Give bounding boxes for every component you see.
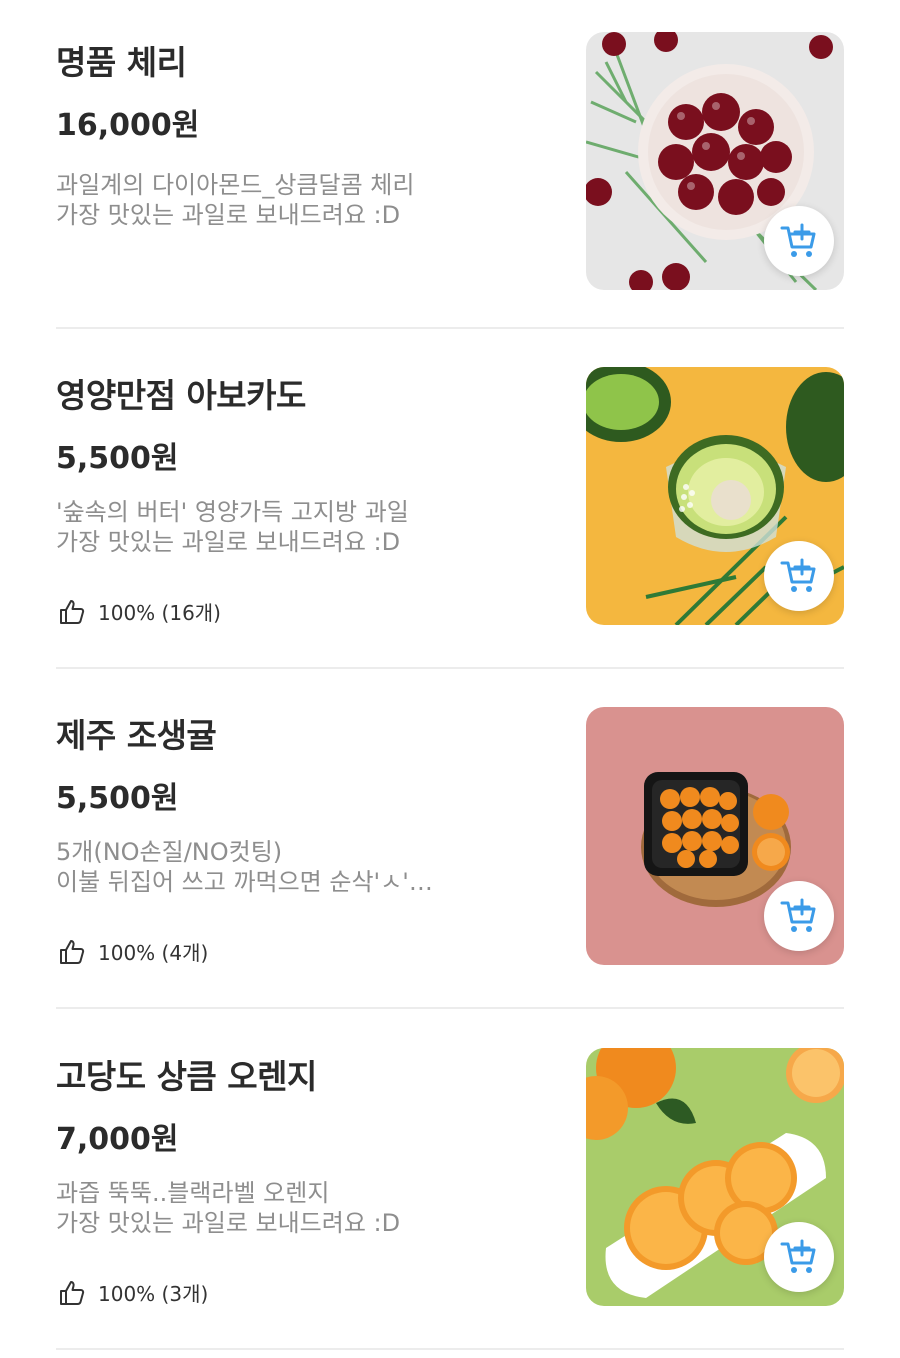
product-list: 명품 체리 16,000원 과일계의 다이아몬드_상큼달콤 체리 가장 맛있는 … [0, 0, 900, 1358]
description-line: 과일계의 다이아몬드_상큼달콤 체리 [56, 171, 415, 199]
rating: 100% (3개) [58, 1278, 208, 1307]
rating-text: 100% (4개) [98, 941, 209, 965]
product-price: 5,500원 [56, 441, 179, 476]
description-line: 가장 맛있는 과일로 보내드려요 :D [56, 1209, 401, 1237]
list-item[interactable]: 영양만점 아보카도 5,500원 '숲속의 버터' 영양가득 고지방 과일 가장… [56, 329, 844, 669]
product-name: 명품 체리 [56, 43, 187, 82]
description-line: '숲속의 버터' 영양가득 고지방 과일 [56, 498, 409, 526]
list-item[interactable]: 명품 체리 16,000원 과일계의 다이아몬드_상큼달콤 체리 가장 맛있는 … [56, 0, 844, 329]
product-image[interactable] [586, 367, 844, 625]
cart-plus-icon [780, 223, 816, 257]
add-to-cart-button[interactable] [764, 1222, 834, 1292]
description-line: 과즙 뚝뚝..블랙라벨 오렌지 [56, 1179, 330, 1207]
rating-text: 100% (3개) [98, 1282, 209, 1306]
product-price: 5,500원 [56, 781, 179, 816]
description-line: 가장 맛있는 과일로 보내드려요 :D [56, 201, 401, 229]
rating: 100% (16개) [58, 597, 221, 626]
product-name: 제주 조생귤 [56, 716, 217, 755]
product-price: 16,000원 [56, 108, 200, 143]
product-price: 7,000원 [56, 1122, 179, 1157]
cart-plus-icon [780, 1239, 816, 1273]
cart-plus-icon [780, 898, 816, 932]
description-line: 5개(NO손질/NO컷팅) [56, 838, 283, 866]
add-to-cart-button[interactable] [764, 541, 834, 611]
list-item[interactable]: 고당도 상큼 오렌지 7,000원 과즙 뚝뚝..블랙라벨 오렌지 가장 맛있는… [56, 1010, 844, 1350]
product-image[interactable] [586, 32, 844, 290]
product-description: 5개(NO손질/NO컷팅) 이불 뒤집어 쓰고 까먹으면 순삭'ㅅ'… [56, 837, 556, 897]
rating-text: 100% (16개) [98, 601, 221, 625]
product-name: 영양만점 아보카도 [56, 376, 306, 415]
add-to-cart-button[interactable] [764, 881, 834, 951]
rating: 100% (4개) [58, 937, 208, 966]
product-description: '숲속의 버터' 영양가득 고지방 과일 가장 맛있는 과일로 보내드려요 :D [56, 497, 556, 557]
description-line: 가장 맛있는 과일로 보내드려요 :D [56, 528, 401, 556]
product-image[interactable] [586, 1048, 844, 1306]
thumbs-up-icon [60, 599, 85, 624]
cart-plus-icon [780, 558, 816, 592]
product-name: 고당도 상큼 오렌지 [56, 1057, 317, 1096]
list-item[interactable]: 제주 조생귤 5,500원 5개(NO손질/NO컷팅) 이불 뒤집어 쓰고 까먹… [56, 669, 844, 1009]
thumbs-up-icon [60, 1280, 85, 1305]
product-description: 과즙 뚝뚝..블랙라벨 오렌지 가장 맛있는 과일로 보내드려요 :D [56, 1178, 556, 1238]
description-line: 이불 뒤집어 쓰고 까먹으면 순삭'ㅅ'… [56, 868, 433, 896]
product-image[interactable] [586, 707, 844, 965]
thumbs-up-icon [60, 939, 85, 964]
product-description: 과일계의 다이아몬드_상큼달콤 체리 가장 맛있는 과일로 보내드려요 :D [56, 170, 556, 230]
add-to-cart-button[interactable] [764, 206, 834, 276]
